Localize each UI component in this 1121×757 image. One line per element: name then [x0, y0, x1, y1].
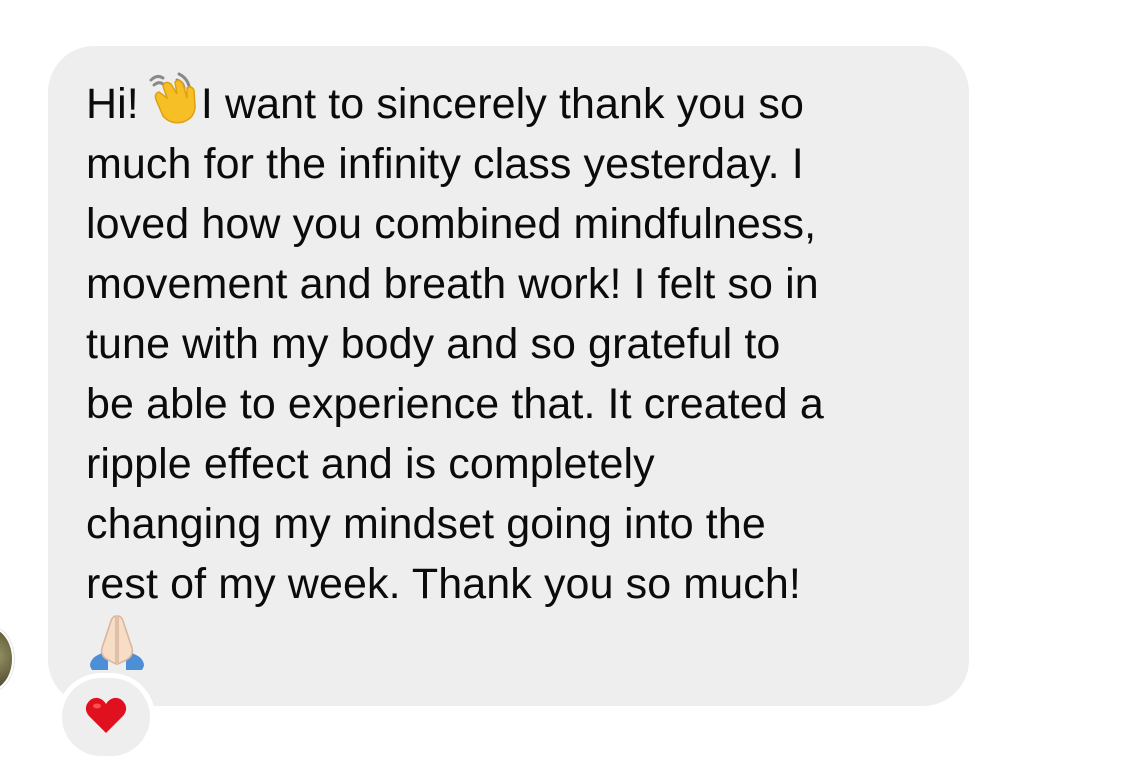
- chat-screen: Hi! I want to sincerely thank you so muc…: [0, 0, 1121, 757]
- message-line-8: changing my mindset going into the: [86, 500, 766, 548]
- sender-avatar[interactable]: [0, 628, 12, 690]
- message-greeting: Hi!: [86, 80, 139, 128]
- message-line-1: Hi! I want to sincerely thank you so: [86, 72, 946, 134]
- message-text: Hi! I want to sincerely thank you so muc…: [86, 72, 946, 674]
- red-heart-icon: [84, 695, 128, 740]
- message-line-2: much for the infinity class yesterday. I: [86, 140, 804, 188]
- message-line-10: [86, 614, 946, 674]
- message-line-1-text: I want to sincerely thank you so: [200, 80, 804, 128]
- message-line-5: tune with my body and so grateful to: [86, 320, 781, 368]
- message-line-9: rest of my week. Thank you so much!: [86, 560, 801, 608]
- folded-hands-icon: [86, 614, 148, 674]
- message-line-6: be able to experience that. It created a: [86, 380, 824, 428]
- message-line-3: loved how you combined mindfulness,: [86, 200, 817, 248]
- message-line-4: movement and breath work! I felt so in: [86, 260, 819, 308]
- reaction-badge[interactable]: [62, 678, 150, 756]
- waving-hand-icon: [143, 72, 199, 124]
- message-line-7: ripple effect and is completely: [86, 440, 655, 488]
